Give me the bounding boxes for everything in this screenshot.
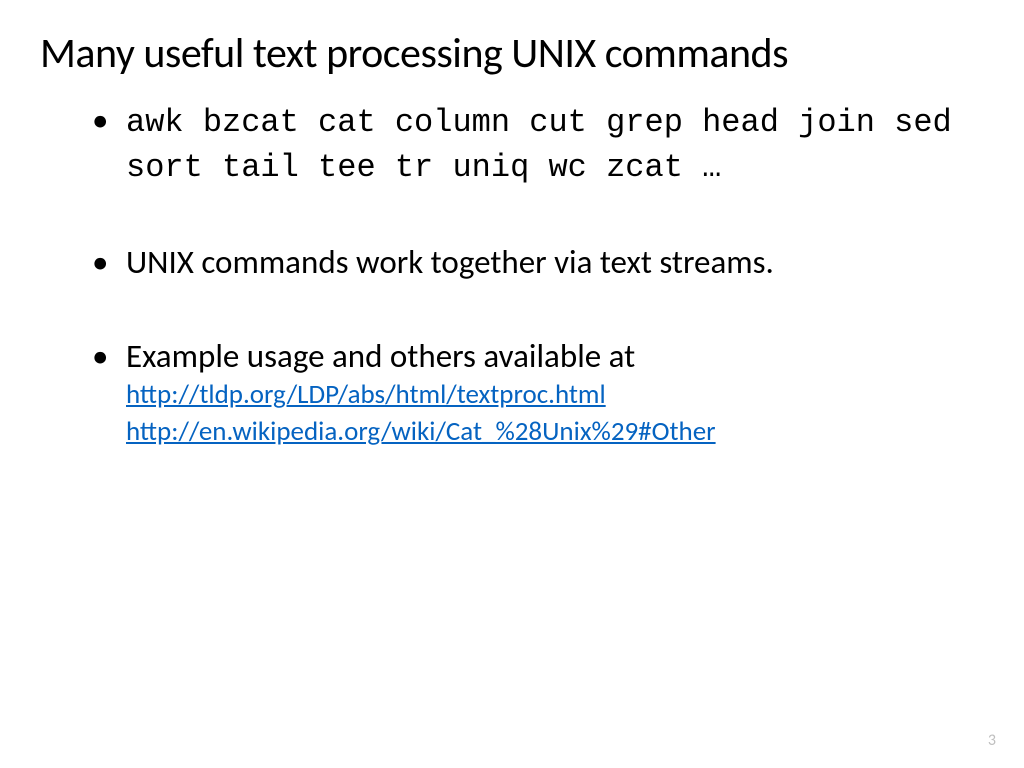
command-list-text: awk bzcat cat column cut grep head join … — [126, 104, 952, 186]
streams-text: UNIX commands work together via text str… — [126, 242, 774, 282]
page-number: 3 — [988, 731, 996, 750]
slide-container: Many useful text processing UNIX command… — [0, 0, 1024, 768]
bullet-list: awk bzcat cat column cut grep head join … — [40, 99, 984, 450]
bullet-streams: UNIX commands work together via text str… — [104, 241, 984, 283]
bullet-commands: awk bzcat cat column cut grep head join … — [104, 99, 984, 189]
examples-text: Example usage and others available at — [126, 336, 635, 376]
bullet-examples: Example usage and others available at ht… — [104, 335, 984, 450]
slide-title: Many useful text processing UNIX command… — [40, 28, 984, 79]
link-wikipedia[interactable]: http://en.wikipedia.org/wiki/Cat_%28Unix… — [126, 414, 984, 450]
link-tldp[interactable]: http://tldp.org/LDP/abs/html/textproc.ht… — [126, 377, 984, 413]
